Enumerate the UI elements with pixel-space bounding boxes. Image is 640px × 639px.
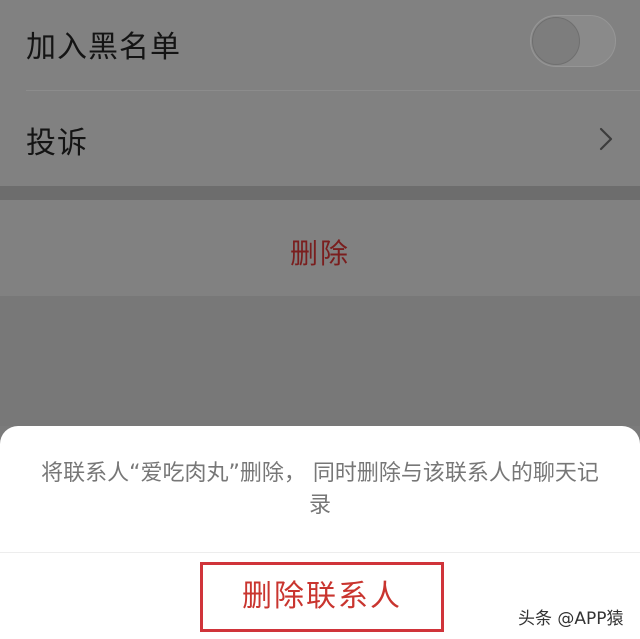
delete-button-label[interactable]: 删除 <box>0 232 640 272</box>
chevron-right-icon <box>599 127 613 151</box>
row-divider <box>26 90 640 91</box>
blacklist-toggle[interactable] <box>530 15 616 67</box>
contact-settings-screen: 加入黑名单 投诉 删除 将联系人“爱吃肉丸”删除， 同时删除与该联系人的聊天记录… <box>0 0 640 639</box>
delete-confirmation-message: 将联系人“爱吃肉丸”删除， 同时删除与该联系人的聊天记录 <box>41 461 599 518</box>
blacklist-label: 加入黑名单 <box>26 30 181 65</box>
delete-contact-button[interactable]: 删除联系人 <box>200 562 444 632</box>
watermark: 头条 @APP猿 <box>518 609 624 629</box>
toggle-knob <box>532 17 580 65</box>
sheet-divider <box>0 552 640 553</box>
section-gap <box>0 186 640 200</box>
complaint-label: 投诉 <box>26 126 88 161</box>
dimmed-background[interactable] <box>0 296 640 426</box>
complaint-row[interactable] <box>0 90 640 186</box>
